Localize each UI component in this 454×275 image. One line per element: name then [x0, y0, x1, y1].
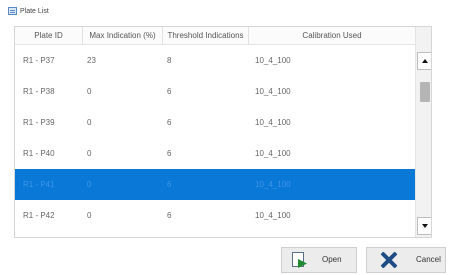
scrollbar-thumb[interactable]	[420, 82, 430, 102]
scroll-down-button[interactable]	[417, 217, 431, 235]
scroll-up-button[interactable]	[417, 52, 431, 70]
open-button-label: Open	[322, 255, 342, 264]
table-row[interactable]: R1 - P39 0 6 10_4_100	[15, 107, 415, 138]
plate-id-cell: R1 - P38	[23, 87, 55, 96]
column-header-plate-id[interactable]: Plate ID	[15, 27, 83, 45]
plate-id-cell: R1 - P41	[23, 180, 55, 189]
plate-list-grid: Plate ID Max Indication (%) Threshold In…	[14, 26, 432, 238]
open-button[interactable]: Open	[281, 247, 357, 273]
max-indication-cell: 0	[87, 180, 92, 189]
table-row[interactable]: R1 - P37 23 8 10_4_100	[15, 45, 415, 76]
cancel-button-label: Cancel	[416, 255, 441, 264]
threshold-indications-cell: 6	[167, 211, 172, 220]
table-row-selected[interactable]: R1 - P41 0 6 10_4_100	[15, 169, 415, 200]
calibration-used-cell: 10_4_100	[255, 149, 291, 158]
threshold-indications-cell: 6	[167, 149, 172, 158]
calibration-used-cell: 10_4_100	[255, 231, 291, 237]
open-document-icon	[292, 252, 308, 269]
max-indication-cell: 23	[87, 56, 96, 65]
max-indication-cell: 0	[87, 118, 92, 127]
table-row[interactable]: R1 - P40 0 6 10_4_100	[15, 138, 415, 169]
column-header-max-indication[interactable]: Max Indication (%)	[83, 27, 163, 45]
threshold-indications-cell: 6	[167, 87, 172, 96]
threshold-indications-cell: 6	[167, 180, 172, 189]
grid-header: Plate ID Max Indication (%) Threshold In…	[15, 27, 415, 45]
max-indication-cell: 0	[87, 231, 91, 237]
plate-id-cell: R1 - P37	[23, 56, 55, 65]
plate-id-cell: R1 - P40	[23, 149, 55, 158]
calibration-used-cell: 10_4_100	[255, 211, 291, 220]
cancel-x-icon	[380, 251, 398, 269]
threshold-indications-cell: 6	[167, 118, 172, 127]
list-window-icon	[8, 7, 17, 15]
grid-rows: R1 - P37 23 8 10_4_100 R1 - P38 0 6 10_4…	[15, 45, 415, 237]
column-header-threshold-indications[interactable]: Threshold Indications	[163, 27, 249, 45]
max-indication-cell: 0	[87, 211, 92, 220]
table-row[interactable]: R1 - P43 0 6 10_4_100	[15, 231, 415, 237]
calibration-used-cell: 10_4_100	[255, 87, 291, 96]
calibration-used-cell: 10_4_100	[255, 56, 291, 65]
max-indication-cell: 0	[87, 149, 92, 158]
arrow-down-icon	[422, 224, 428, 228]
max-indication-cell: 0	[87, 87, 92, 96]
calibration-used-cell: 10_4_100	[255, 118, 291, 127]
column-header-calibration-used[interactable]: Calibration Used	[249, 27, 415, 45]
plate-id-cell: R1 - P43	[23, 231, 55, 237]
title-bar: Plate List	[0, 0, 454, 22]
window-title: Plate List	[20, 7, 49, 15]
table-row[interactable]: R1 - P42 0 6 10_4_100	[15, 200, 415, 231]
plate-id-cell: R1 - P42	[23, 211, 55, 220]
arrow-up-icon	[422, 59, 428, 63]
threshold-indications-cell: 8	[167, 56, 172, 65]
vertical-scrollbar[interactable]	[415, 27, 431, 237]
threshold-indications-cell: 6	[167, 231, 171, 237]
cancel-button[interactable]: Cancel	[366, 247, 446, 273]
table-row[interactable]: R1 - P38 0 6 10_4_100	[15, 76, 415, 107]
plate-id-cell: R1 - P39	[23, 118, 55, 127]
calibration-used-cell: 10_4_100	[255, 180, 291, 189]
